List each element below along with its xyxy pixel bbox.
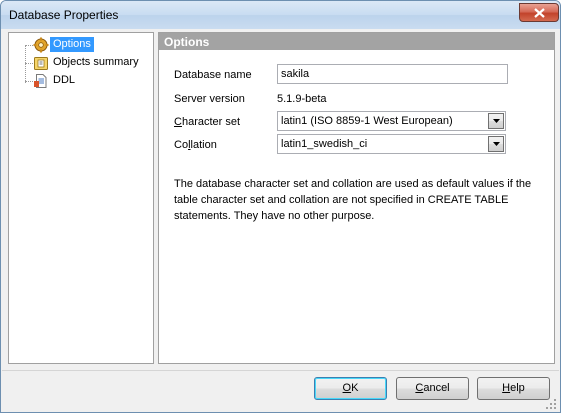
ok-button[interactable]: OK [314,377,387,400]
database-name-label: Database name [174,69,252,81]
close-button[interactable] [519,3,559,22]
close-icon [534,8,545,18]
server-version-value: 5.1.9-beta [277,93,327,105]
window-title: Database Properties [9,8,119,22]
charset-collation-note: The database character set and collation… [174,178,532,222]
character-set-value: latin1 (ISO 8859-1 West European) [281,115,453,127]
character-set-select[interactable]: latin1 (ISO 8859-1 West European) [277,111,506,131]
server-version-label: Server version [174,93,245,105]
footer-divider [2,370,559,371]
options-panel: Options Database name sakila Server vers… [158,32,555,364]
collation-value: latin1_swedish_ci [281,138,368,150]
collation-dropdown-button[interactable] [488,136,504,152]
cancel-button[interactable]: Cancel [396,377,469,400]
database-name-field[interactable]: sakila [277,64,508,84]
tree-item-label: Objects summary [53,56,139,68]
chevron-down-icon [493,142,500,146]
dialog-client-area: Options Objects summary DDL Options Data… [2,29,559,412]
title-bar[interactable]: Database Properties [1,1,560,29]
tree-item-label: DDL [53,74,76,86]
tree-item-objects-summary[interactable]: Objects summary [33,54,142,71]
character-set-label: Character set [174,116,241,128]
objects-summary-icon [33,55,49,71]
collation-label: Collation [174,139,217,151]
database-properties-dialog: Database Properties Options Objects summ… [0,0,561,413]
help-button[interactable]: Help [477,377,550,400]
resize-grip-icon[interactable] [546,399,557,410]
tree-item-options[interactable]: Options [33,36,94,53]
tree-item-ddl[interactable]: DDL [33,72,78,89]
ddl-document-icon [33,73,49,89]
panel-header: Options [159,33,554,50]
database-name-value: sakila [281,68,310,80]
chevron-down-icon [493,119,500,123]
collation-select[interactable]: latin1_swedish_ci [277,134,506,154]
navigation-tree[interactable]: Options Objects summary DDL [8,32,154,364]
options-gear-icon [33,37,49,53]
tree-item-label: Options [50,37,94,52]
character-set-dropdown-button[interactable] [488,113,504,129]
